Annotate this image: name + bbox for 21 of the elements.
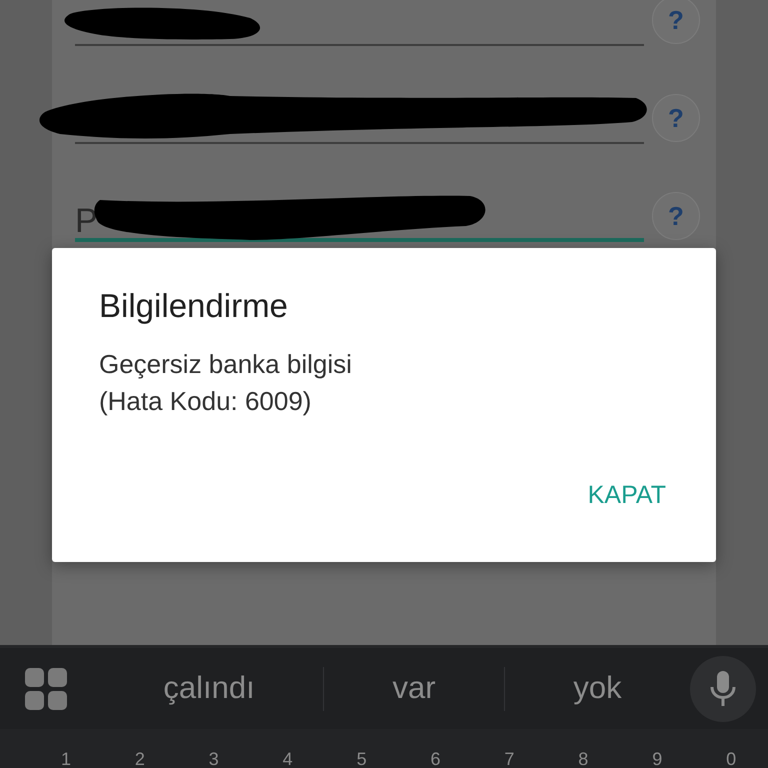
number-key[interactable]: 5 — [324, 750, 399, 768]
number-key[interactable]: 7 — [472, 750, 546, 768]
field-underline[interactable] — [75, 44, 644, 46]
apps-icon[interactable] — [25, 668, 67, 710]
number-key[interactable]: 8 — [546, 750, 620, 768]
field-underline[interactable] — [75, 238, 644, 242]
number-key[interactable]: 2 — [102, 750, 177, 768]
field-label: P — [75, 204, 98, 238]
number-key[interactable]: 9 — [620, 750, 694, 768]
suggestion-word[interactable]: yok — [563, 665, 632, 712]
number-key[interactable]: 4 — [250, 750, 325, 768]
number-key[interactable]: 6 — [398, 750, 472, 768]
number-key[interactable]: 3 — [176, 750, 251, 768]
field-underline[interactable] — [75, 142, 644, 144]
number-key[interactable]: 0 — [694, 750, 768, 768]
number-key[interactable]: 1 — [29, 750, 103, 768]
suggestion-word[interactable]: çalındı — [153, 665, 265, 712]
dialog-message: Geçersiz banka bilgisi (Hata Kodu: 6009) — [99, 348, 353, 418]
dialog-title: Bilgilendirme — [99, 286, 289, 326]
suggestion-word[interactable]: var — [382, 665, 446, 712]
close-button[interactable]: KAPAT — [584, 472, 670, 518]
